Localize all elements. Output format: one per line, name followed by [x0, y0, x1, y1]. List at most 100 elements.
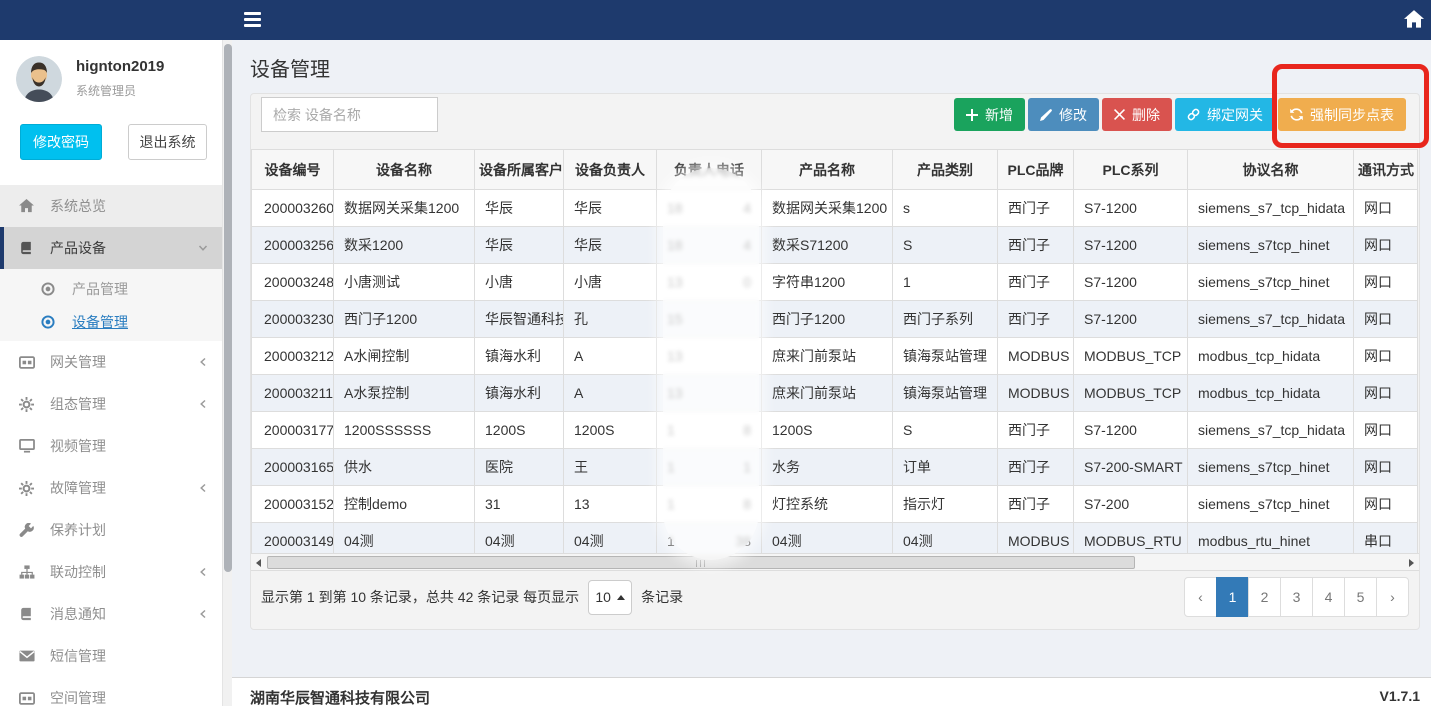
- sidebar-item-config-mgmt[interactable]: 组态管理: [0, 383, 222, 425]
- scroll-right-icon[interactable]: [1404, 555, 1419, 570]
- pager-page-4[interactable]: 4: [1312, 577, 1345, 617]
- cell: 西门子1200: [762, 301, 893, 338]
- horizontal-scrollbar[interactable]: [251, 553, 1419, 571]
- cell: 华辰智通科技: [475, 301, 564, 338]
- table-row[interactable]: 200003256数采1200华辰华辰184数采S71200S西门子S7-120…: [252, 227, 1418, 264]
- table-row[interactable]: 200003212A水闸控制镇海水利A13庶来门前泵站镇海泵站管理MODBUSM…: [252, 338, 1418, 375]
- cell: 西门子: [998, 227, 1074, 264]
- cell: 华辰: [564, 190, 657, 227]
- sidebar-menu: 系统总览产品设备产品管理设备管理网关管理组态管理视频管理故障管理保养计划联动控制…: [0, 185, 222, 706]
- sidebar-item-fault-mgmt[interactable]: 故障管理: [0, 467, 222, 509]
- table-row[interactable]: 200003165供水医院王11水务订单西门子S7-200-SMARTsieme…: [252, 449, 1418, 486]
- cell: 小唐: [564, 264, 657, 301]
- toolbar-buttons: 新增修改删除 绑定网关强制同步点表: [951, 98, 1406, 131]
- cell: 华辰: [475, 190, 564, 227]
- delete-button[interactable]: 删除: [1102, 98, 1172, 131]
- cell: S7-200: [1074, 486, 1188, 523]
- cell: s: [893, 190, 998, 227]
- envelope-icon: [19, 650, 41, 662]
- sidebar-scrollbar[interactable]: [222, 40, 232, 706]
- table-row[interactable]: 200003230西门子1200华辰智通科技孔15西门子1200西门子系列西门子…: [252, 301, 1418, 338]
- page-size-value: 10: [595, 589, 611, 605]
- sitemap-icon: [19, 565, 41, 579]
- cell: 13: [564, 486, 657, 523]
- sidebar-item-linkage-control[interactable]: 联动控制: [0, 551, 222, 593]
- page-size-select[interactable]: 10: [588, 580, 632, 615]
- x-icon: [1114, 109, 1125, 120]
- bind-gateway-button[interactable]: 绑定网关: [1175, 98, 1275, 131]
- horizontal-scrollbar-thumb[interactable]: [267, 556, 1135, 569]
- table-row[interactable]: 200003260数据网关采集1200华辰华辰184数据网关采集1200s西门子…: [252, 190, 1418, 227]
- cell: 200003212: [252, 338, 334, 375]
- pager: ‹12345›: [1185, 577, 1409, 617]
- sidebar-item-label: 设备管理: [72, 312, 208, 332]
- sidebar-item-label: 系统总览: [50, 196, 208, 216]
- sidebar-scrollbar-thumb[interactable]: [224, 44, 232, 572]
- table-row[interactable]: 200003211A水泵控制镇海水利A13庶来门前泵站镇海泵站管理MODBUSM…: [252, 375, 1418, 412]
- sidebar-item-sms-mgmt[interactable]: 短信管理: [0, 635, 222, 677]
- sidebar-item-message-notify[interactable]: 消息通知: [0, 593, 222, 635]
- scroll-left-icon[interactable]: [251, 555, 266, 570]
- cell: siemens_s7_tcp_hidata: [1188, 190, 1354, 227]
- desktop-icon: [19, 439, 41, 453]
- cell-phone: 15: [657, 301, 762, 338]
- table-row[interactable]: 200003248小唐测试小唐小唐130字符串12001西门子S7-1200si…: [252, 264, 1418, 301]
- pager-prev[interactable]: ‹: [1184, 577, 1217, 617]
- sidebar-item-video-mgmt[interactable]: 视频管理: [0, 425, 222, 467]
- table-row[interactable]: 2000031771200SSSSSS1200S1200S181200SS西门子…: [252, 412, 1418, 449]
- plus-icon: [966, 109, 978, 121]
- button-label: 绑定网关: [1207, 105, 1263, 125]
- cell: 1: [893, 264, 998, 301]
- cell: 华辰: [564, 227, 657, 264]
- user-name: hignton2019: [76, 58, 164, 75]
- cell: 孔: [564, 301, 657, 338]
- dot-circle-icon: [41, 282, 63, 296]
- sidebar-item-gateway-mgmt[interactable]: 网关管理: [0, 341, 222, 383]
- book-icon: [19, 241, 41, 255]
- logout-button[interactable]: 退出系统: [128, 124, 207, 160]
- top-bar: [0, 0, 1431, 40]
- add-button[interactable]: 新增: [954, 98, 1025, 131]
- footer-company: 湖南华辰智通科技有限公司: [250, 687, 430, 706]
- column-header: 负责人电话: [657, 150, 762, 190]
- table-header-row: 设备编号设备名称设备所属客户设备负责人负责人电话产品名称产品类别PLC品牌PLC…: [252, 150, 1418, 190]
- pager-page-3[interactable]: 3: [1280, 577, 1313, 617]
- main-content: 设备管理 新增修改删除绑定网关强制同步点表 设备编号设备名称设备所属客户设备负责…: [232, 40, 1431, 706]
- edit-button[interactable]: 修改: [1028, 98, 1099, 131]
- home-icon[interactable]: [1404, 10, 1424, 30]
- table-row[interactable]: 200003152控制demo311318灯控系统指示灯西门子S7-200sie…: [252, 486, 1418, 523]
- search-input[interactable]: [261, 97, 438, 132]
- cell: A水闸控制: [334, 338, 475, 375]
- cell: S: [893, 412, 998, 449]
- sidebar-item-product-device[interactable]: 产品设备: [0, 227, 222, 269]
- change-password-button[interactable]: 修改密码: [20, 124, 102, 160]
- pager-page-2[interactable]: 2: [1248, 577, 1281, 617]
- table-body: 200003260数据网关采集1200华辰华辰184数据网关采集1200s西门子…: [252, 190, 1418, 560]
- cell: S: [893, 227, 998, 264]
- pager-page-1[interactable]: 1: [1216, 577, 1249, 617]
- cell: S7-1200: [1074, 264, 1188, 301]
- sidebar-item-device-mgmt[interactable]: 设备管理: [0, 305, 222, 338]
- cell: S7-1200: [1074, 412, 1188, 449]
- sidebar-item-overview[interactable]: 系统总览: [0, 185, 222, 227]
- cell: S7-1200: [1074, 227, 1188, 264]
- refresh-icon: [1290, 108, 1303, 121]
- cell: 网口: [1354, 227, 1418, 264]
- sidebar-item-space-mgmt[interactable]: 空间管理: [0, 677, 222, 706]
- hamburger-icon[interactable]: [244, 12, 261, 27]
- cell: 镇海水利: [475, 338, 564, 375]
- submenu-product-device: 产品管理设备管理: [0, 269, 222, 341]
- pager-next[interactable]: ›: [1376, 577, 1409, 617]
- cell: 西门子: [998, 412, 1074, 449]
- cell: 网口: [1354, 486, 1418, 523]
- cell: 西门子: [998, 449, 1074, 486]
- cell: 供水: [334, 449, 475, 486]
- sidebar-item-maintenance-plan[interactable]: 保养计划: [0, 509, 222, 551]
- force-sync-button[interactable]: 强制同步点表: [1278, 98, 1406, 131]
- user-panel: hignton2019 系统管理员 修改密码 退出系统: [0, 40, 222, 160]
- footer-version: V1.7.1: [1380, 688, 1420, 704]
- gateway-icon: [19, 692, 41, 705]
- pager-page-5[interactable]: 5: [1344, 577, 1377, 617]
- cell: 1200S: [564, 412, 657, 449]
- sidebar-item-product-mgmt[interactable]: 产品管理: [0, 272, 222, 305]
